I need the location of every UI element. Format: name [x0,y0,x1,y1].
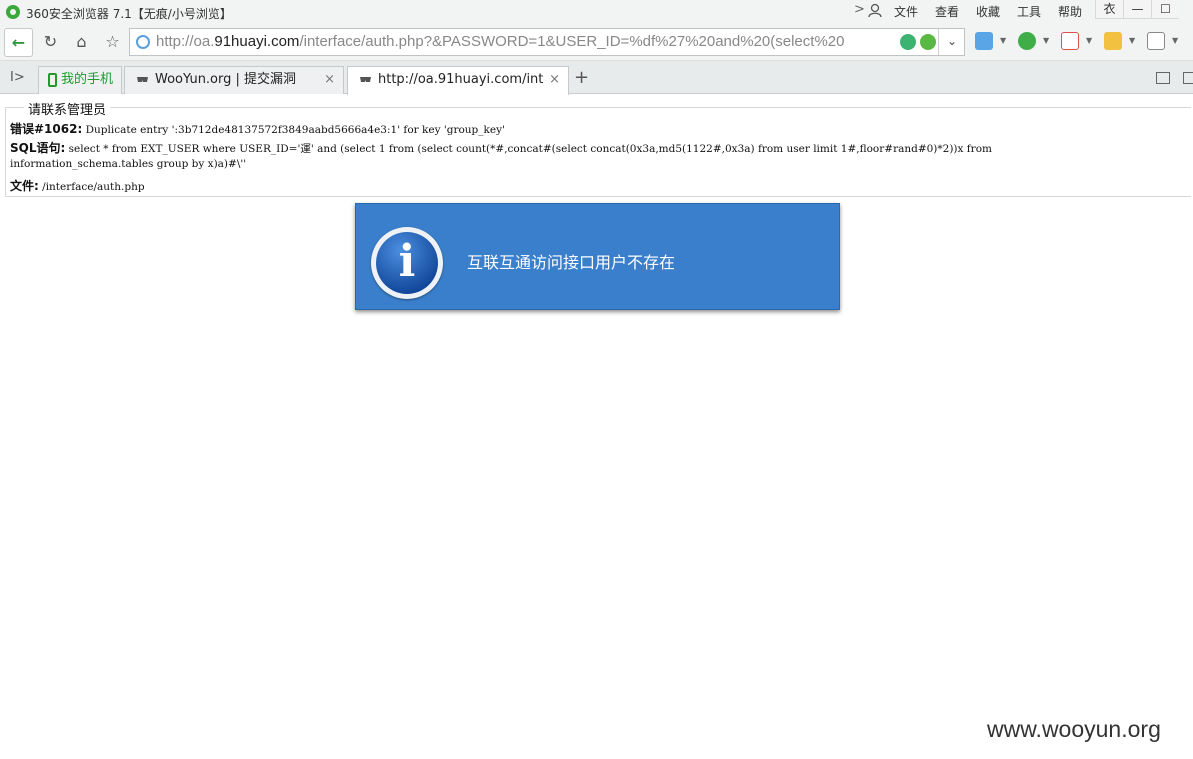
star-icon: ☆ [105,32,120,51]
close-icon[interactable]: × [549,67,560,93]
menu-tools[interactable]: 工具 [1017,3,1041,20]
close-icon[interactable]: × [324,67,335,93]
url-host: 91huayi.com [214,33,300,50]
tab-label: http://oa.91huayi.com/interface/auth.php [378,72,544,87]
error-legend: 请联系管理员 [24,99,111,118]
url-dropdown-button[interactable]: ⌄ [938,29,965,55]
game-caret-icon[interactable]: ▼ [1172,36,1178,45]
error-label: 错误#1062: [10,122,83,136]
maximize-button[interactable]: ☐ [1151,0,1179,19]
url-prefix: http://oa. [156,33,215,50]
title-bar: 360安全浏览器 7.1【无痕/小号浏览】 > 文件 查看 收藏 工具 帮助 衣… [0,0,1193,25]
translate-caret-icon[interactable]: ▼ [1086,36,1092,45]
navigation-bar: ← ↻ ⌂ ☆ http://oa.91huayi.com/interface/… [0,25,1193,61]
file-text: /interface/auth.php [38,181,145,193]
dialog-message: 互联互通访问接口用户不存在 [467,253,676,272]
restore-tab-icon[interactable] [1183,72,1193,84]
address-bar[interactable]: http://oa.91huayi.com/interface/auth.php… [129,28,965,56]
globe-icon [136,35,150,49]
screenshot-icon[interactable] [1104,32,1122,50]
tab-current[interactable]: http://oa.91huayi.com/interface/auth.php… [347,66,569,95]
home-button[interactable]: ⌂ [67,28,96,57]
back-arrow-icon: ← [11,33,26,52]
minimize-button[interactable]: — [1123,0,1151,19]
translate-icon[interactable] [1061,32,1079,50]
url-path: /interface/auth.php?&PASSWORD=1&USER_ID=… [299,33,845,50]
refresh-icon: ↻ [43,32,58,51]
sql-text: select * from EXT_USER where USER_ID='運'… [65,143,992,155]
apps-caret-icon[interactable]: ▼ [1000,36,1006,45]
security-check-icon[interactable] [900,34,916,50]
sql-label: SQL语句: [10,141,66,155]
window-title: 360安全浏览器 7.1【无痕/小号浏览】 [26,7,232,21]
tab-wooyun[interactable]: WooYun.org | 提交漏洞 × [124,66,344,94]
skin-button[interactable]: 衣 [1095,0,1123,19]
menu-help[interactable]: 帮助 [1058,3,1082,20]
screenshot-caret-icon[interactable]: ▼ [1129,36,1135,45]
menu-favorites[interactable]: 收藏 [976,3,1000,20]
tab-label: WooYun.org | 提交漏洞 [155,72,297,87]
error-line: 错误#1062: Duplicate entry ':3b712de481375… [10,120,505,137]
game-icon[interactable] [1147,32,1165,50]
shield-caret-icon[interactable]: ▼ [1043,36,1049,45]
tab-list-icon[interactable] [1156,72,1170,84]
shield-icon[interactable] [1018,32,1036,50]
info-dialog[interactable]: i 互联互通访问接口用户不存在 [355,203,840,310]
user-icon[interactable] [868,3,882,18]
mask-icon [137,77,148,82]
mask-icon [360,77,371,82]
refresh-button[interactable]: ↻ [36,28,65,57]
favorite-button[interactable]: ☆ [98,28,127,57]
menu-view[interactable]: 查看 [935,3,959,20]
new-tab-button[interactable]: + [574,67,589,88]
tab-bar: I> 我的手机 WooYun.org | 提交漏洞 × http://oa.91… [0,61,1193,95]
compatibility-mode-icon[interactable] [920,34,936,50]
info-icon: i [371,227,443,299]
phone-icon [48,73,57,87]
sql-line-continued: information_schema.tables group by x)a)#… [10,158,247,170]
url-text[interactable]: http://oa.91huayi.com/interface/auth.php… [156,33,896,50]
sql-line: SQL语句: select * from EXT_USER where USER… [10,139,992,156]
watermark: www.wooyun.org [987,716,1161,742]
chevron-right-icon[interactable]: > [854,2,865,17]
menu-file[interactable]: 文件 [894,3,918,20]
back-button[interactable]: ← [4,28,33,57]
tab-my-phone[interactable]: 我的手机 [38,66,122,94]
browser-logo-icon [6,5,20,19]
shirt-icon: 衣 [1103,2,1116,16]
error-panel: 请联系管理员 错误#1062: Duplicate entry ':3b712d… [5,99,1191,197]
file-label: 文件: [10,179,39,193]
chevron-down-icon: ⌄ [946,34,958,48]
sidebar-toggle-button[interactable]: I> [10,70,25,85]
apps-icon[interactable] [975,32,993,50]
error-text: Duplicate entry ':3b712de48137572f3849aa… [82,124,505,136]
home-icon: ⌂ [76,32,87,51]
file-line: 文件: /interface/auth.php [10,177,145,194]
tab-label: 我的手机 [61,72,114,87]
